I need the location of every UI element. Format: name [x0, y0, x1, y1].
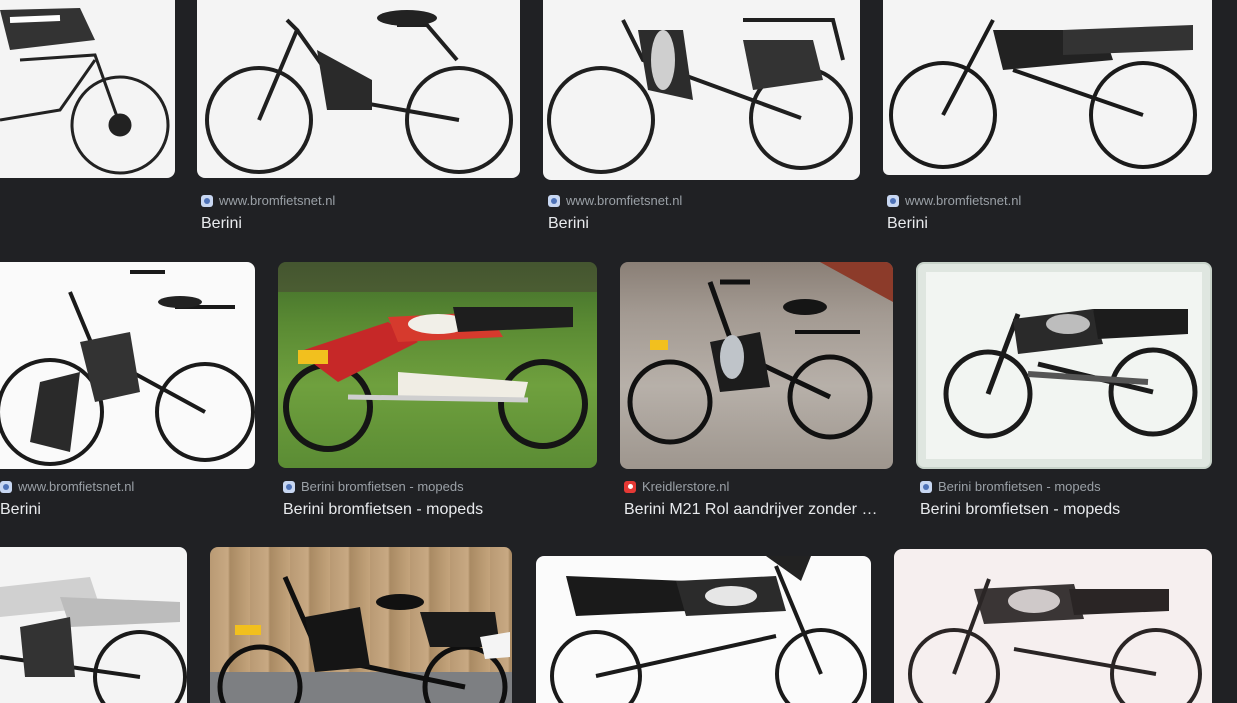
result-card[interactable] [0, 547, 187, 703]
site-favicon-icon [548, 194, 560, 207]
kreidler-favicon-icon [624, 480, 636, 493]
result-title[interactable]: Berini M21 Rol aandrijver zonder … [624, 501, 893, 519]
site-favicon-icon [201, 194, 213, 207]
result-source[interactable]: Berini bromfietsen - mopeds [283, 479, 464, 494]
result-source[interactable]: Berini bromfietsen - mopeds [920, 479, 1101, 494]
result-thumbnail[interactable] [620, 262, 893, 469]
result-thumbnail[interactable] [0, 0, 175, 178]
result-thumbnail[interactable] [210, 547, 512, 703]
result-title[interactable]: Berini [201, 215, 520, 233]
result-thumbnail[interactable] [883, 0, 1212, 175]
result-thumbnail[interactable] [543, 0, 860, 180]
result-source[interactable]: www.bromfietsnet.nl [0, 479, 134, 494]
result-thumbnail[interactable] [0, 547, 187, 703]
site-favicon-icon [283, 480, 295, 493]
result-thumbnail[interactable] [536, 556, 871, 703]
result-title[interactable]: Berini [0, 501, 255, 519]
site-favicon-icon [920, 480, 932, 493]
result-title[interactable]: Berini bromfietsen - mopeds [283, 501, 597, 519]
result-card[interactable] [0, 0, 175, 240]
result-card[interactable] [894, 549, 1212, 703]
result-source[interactable]: www.bromfietsnet.nl [887, 193, 1021, 208]
result-card[interactable] [210, 547, 512, 703]
result-title[interactable]: Berini bromfietsen - mopeds [920, 501, 1212, 519]
result-card[interactable] [536, 556, 871, 703]
result-source[interactable]: Kreidlerstore.nl [624, 479, 729, 494]
result-source[interactable]: www.bromfietsnet.nl [548, 193, 682, 208]
result-card[interactable]: www.bromfietsnet.nl Berini [883, 0, 1212, 240]
result-source[interactable]: www.bromfietsnet.nl [201, 193, 335, 208]
result-card[interactable]: www.bromfietsnet.nl Berini [0, 262, 255, 527]
result-title[interactable]: Berini [548, 215, 860, 233]
site-favicon-icon [0, 480, 12, 493]
result-card[interactable]: Berini bromfietsen - mopeds Berini bromf… [916, 262, 1212, 527]
result-card[interactable]: www.bromfietsnet.nl Berini [543, 0, 860, 240]
result-title[interactable]: Berini [887, 215, 1212, 233]
result-thumbnail[interactable] [197, 0, 520, 178]
result-card[interactable]: Kreidlerstore.nl Berini M21 Rol aandrijv… [620, 262, 893, 527]
image-results-grid: www.bromfietsnet.nl Berini www.bromfiets… [0, 0, 1237, 703]
result-thumbnail[interactable] [0, 262, 255, 469]
result-thumbnail[interactable] [894, 549, 1212, 703]
site-favicon-icon [887, 194, 899, 207]
result-card[interactable]: www.bromfietsnet.nl Berini [197, 0, 520, 240]
result-card[interactable]: Berini bromfietsen - mopeds Berini bromf… [278, 262, 597, 527]
result-thumbnail[interactable] [916, 262, 1212, 469]
result-thumbnail[interactable] [278, 262, 597, 468]
